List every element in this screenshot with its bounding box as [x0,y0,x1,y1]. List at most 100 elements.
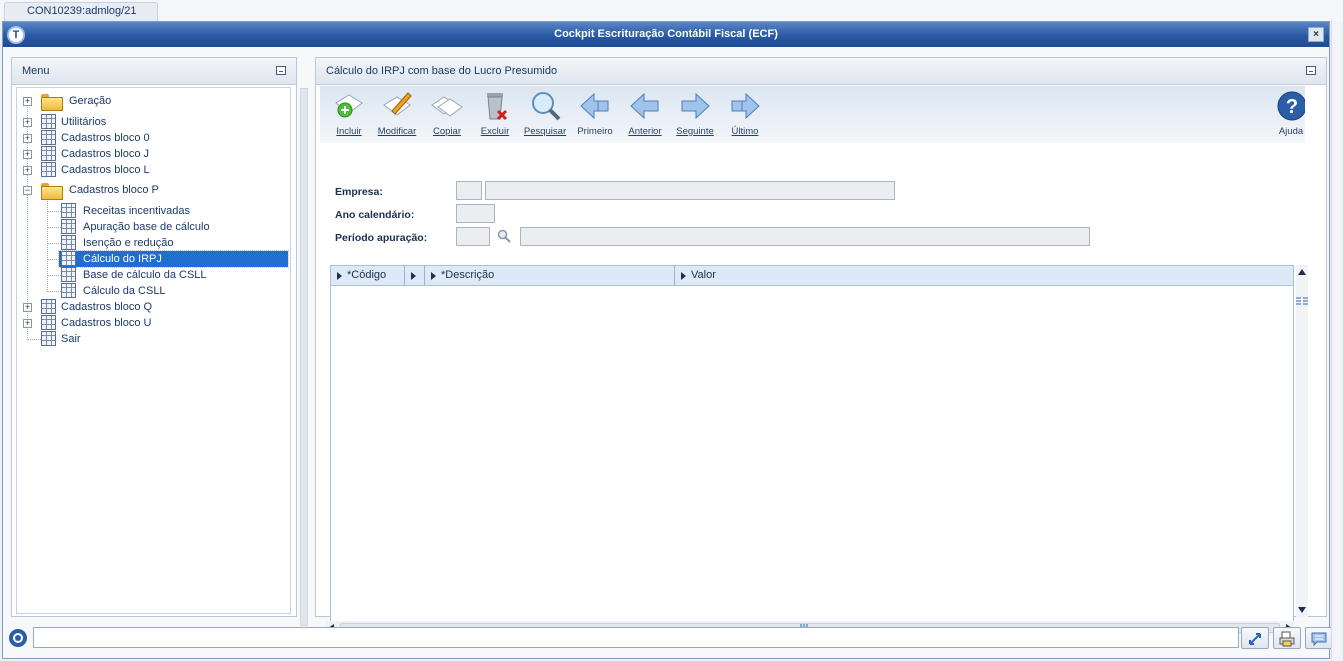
menu-item-calculo-csll[interactable]: Cálculo da CSLL [81,283,168,299]
menu-item-bloco-p[interactable]: Cadastros bloco P [69,182,159,198]
chat-button[interactable] [1305,627,1333,649]
copy-icon [431,96,463,117]
menu-item-bloco-j[interactable]: Cadastros bloco J [61,146,149,162]
chat-icon [1311,632,1327,646]
help-icon: ? [1277,91,1305,121]
menu-item-calculo-irpj[interactable]: Cálculo do IRPJ [81,251,164,267]
column-codigo[interactable]: *Código [331,266,405,285]
first-icon [580,92,609,120]
app-status-icon[interactable] [8,628,28,648]
copy-button[interactable]: Copiar [422,86,472,142]
grid-icon [61,203,76,218]
grid-icon [41,331,56,346]
menu-item-apuracao[interactable]: Apuração base de cálculo [81,219,212,235]
grid-icon [41,114,56,129]
periodo-desc-input[interactable] [520,227,1090,246]
column-menu-icon[interactable] [1296,297,1308,305]
collapse-icon[interactable]: − [23,186,32,195]
menu-item-bloco-q[interactable]: Cadastros bloco Q [61,299,152,315]
minimize-menu-icon[interactable] [276,66,286,75]
periodo-input[interactable] [456,227,490,246]
close-button[interactable]: × [1308,27,1324,42]
resize-icon [1249,633,1261,645]
menu-item-utilitarios[interactable]: Utilitários [61,114,106,130]
expand-icon[interactable]: + [23,134,32,143]
menu-item-receitas[interactable]: Receitas incentivadas [81,203,192,219]
status-bar [7,626,1333,652]
column-spacer [405,266,425,285]
scroll-down-icon[interactable] [1298,607,1306,613]
grid-vertical-scrollbar[interactable] [1296,265,1308,617]
grid-icon [41,146,56,161]
form-title: Cálculo do IRPJ com base do Lucro Presum… [326,65,558,77]
menu-header: Menu [12,58,296,85]
tab-session[interactable]: CON10239:admlog/21 [4,2,158,21]
menu-title: Menu [22,65,50,77]
tab-bar: CON10239:admlog/21 [0,0,1343,21]
last-button[interactable]: Último [720,86,770,142]
previous-icon [630,92,659,120]
window-titlebar: T Cockpit Escrituração Contábil Fiscal (… [3,22,1329,47]
menu-item-bloco-l[interactable]: Cadastros bloco L [61,162,150,178]
main-window: T Cockpit Escrituração Contábil Fiscal (… [2,21,1333,659]
last-icon [731,92,760,120]
expand-icon[interactable]: + [23,118,32,127]
grid-icon [41,315,56,330]
expand-icon[interactable]: + [23,319,32,328]
ano-input[interactable] [456,204,495,223]
grid-icon [41,130,56,145]
delete-icon [487,93,508,121]
form-header: Cálculo do IRPJ com base do Lucro Presum… [316,58,1326,85]
periodo-label: Período apuração: [335,232,428,244]
window-title: Cockpit Escrituração Contábil Fiscal (EC… [554,28,778,40]
help-button[interactable]: ? Ajuda [1268,86,1305,142]
column-valor[interactable]: Valor [675,266,1293,285]
form-panel: Cálculo do IRPJ com base do Lucro Presum… [315,57,1327,635]
panel-splitter[interactable] [300,88,308,626]
expand-icon[interactable]: + [23,97,32,106]
window-scrollbar[interactable] [1331,21,1341,659]
data-grid[interactable] [330,265,1294,635]
next-icon [681,92,710,120]
ano-label: Ano calendário: [335,209,415,221]
grid-icon [41,162,56,177]
empresa-code-input[interactable] [456,181,482,200]
add-button[interactable]: Incluir [324,86,374,142]
folder-open-icon [41,183,63,200]
expand-icon[interactable]: + [23,166,32,175]
next-button[interactable]: Seguinte [670,86,720,142]
previous-button[interactable]: Anterior [620,86,670,142]
delete-button[interactable]: Excluir [470,86,520,142]
grid-icon [61,235,76,250]
status-message-field [33,627,1239,648]
search-button[interactable]: Pesquisar [520,86,570,142]
empresa-name-input[interactable] [485,181,895,200]
scroll-up-icon[interactable] [1298,269,1306,275]
menu-tree: + Geração + Utilitários + Cadastros bloc… [16,87,291,614]
grid-header: *Código *Descrição Valor [330,265,1294,286]
add-icon [335,94,363,118]
print-button[interactable] [1273,627,1301,649]
menu-item-bloco-0[interactable]: Cadastros bloco 0 [61,130,150,146]
expand-icon[interactable]: + [23,150,32,159]
menu-item-geracao[interactable]: Geração [69,93,111,109]
svg-text:?: ? [1286,96,1298,118]
toolbar: Incluir Modificar Copiar Excluir Pesquis… [320,86,1305,143]
print-icon [1279,631,1295,647]
edit-icon [383,92,412,116]
menu-item-sair[interactable]: Sair [61,331,81,347]
edit-button[interactable]: Modificar [372,86,422,142]
column-descricao[interactable]: *Descrição [425,266,675,285]
minimize-form-icon[interactable] [1306,66,1316,75]
first-button[interactable]: Primeiro [570,86,620,142]
app-logo-icon: T [7,26,25,44]
menu-item-base-csll[interactable]: Base de cálculo da CSLL [81,267,209,283]
expand-icon[interactable]: + [23,303,32,312]
grid-icon [61,251,76,266]
lookup-icon[interactable] [497,229,511,243]
search-icon [532,92,561,121]
menu-item-isencao[interactable]: Isenção e redução [81,235,176,251]
folder-icon [41,94,63,111]
menu-item-bloco-u[interactable]: Cadastros bloco U [61,315,152,331]
resize-button[interactable] [1241,627,1269,649]
